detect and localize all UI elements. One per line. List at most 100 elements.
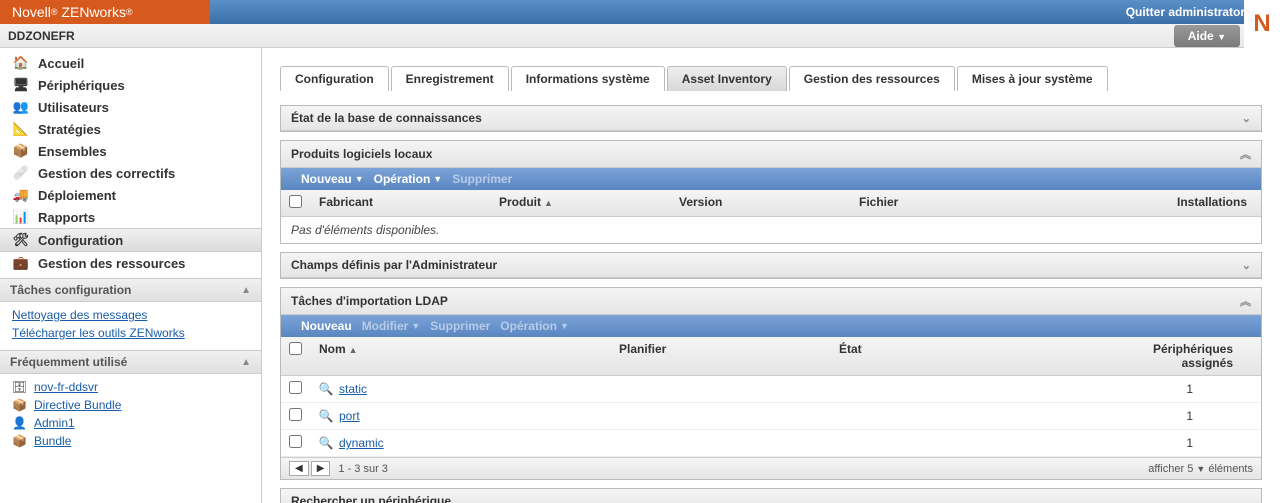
magnifier-icon[interactable]: 🔍 — [313, 436, 339, 450]
nav-icon: 🏠 — [12, 55, 30, 71]
nav-label: Accueil — [38, 56, 84, 71]
nav-label: Rapports — [38, 210, 95, 225]
col-state[interactable]: État — [833, 342, 1093, 370]
nav-item-ensembles[interactable]: 📦Ensembles — [0, 140, 261, 162]
table-header: Fabricant Produit▲ Version Fichier Insta… — [281, 190, 1261, 217]
search-device-panel: Rechercher un périphérique — [280, 488, 1262, 503]
row-checkbox[interactable] — [289, 381, 302, 394]
chevron-down-icon: ▼ — [411, 321, 420, 331]
nav-item-d-ploiement[interactable]: 🚚Déploiement — [0, 184, 261, 206]
delete-action[interactable]: Supprimer — [452, 172, 512, 186]
ldap-panel: Tâches d'importation LDAP ︽ Nouveau Modi… — [280, 287, 1262, 480]
nav-item-accueil[interactable]: 🏠 Accueil — [0, 52, 261, 74]
nav-icon: 👥 — [12, 99, 30, 115]
brand-logo: Novell® ZENworks® — [0, 0, 210, 24]
row-checkbox[interactable] — [289, 408, 302, 421]
registered-icon: ® — [51, 7, 58, 17]
collapse-icon[interactable]: ︽ — [1240, 146, 1251, 162]
kb-panel: État de la base de connaissances ⌄ — [280, 105, 1262, 132]
col-version[interactable]: Version — [673, 195, 853, 211]
collapse-icon[interactable]: ▲ — [241, 285, 251, 296]
tab-enregistrement[interactable]: Enregistrement — [391, 66, 509, 91]
sort-asc-icon: ▲ — [544, 198, 553, 208]
table-row: 🔍static 1 — [281, 376, 1261, 403]
col-file[interactable]: Fichier — [853, 195, 1113, 211]
magnifier-icon[interactable]: 🔍 — [313, 382, 339, 396]
new-action[interactable]: Nouveau▼ — [301, 172, 364, 186]
nav-item-utilisateurs[interactable]: 👥 Utilisateurs — [0, 96, 261, 118]
col-name[interactable]: Nom▲ — [313, 342, 613, 370]
tab-informations-syst-me[interactable]: Informations système — [511, 66, 665, 91]
nav-label: Utilisateurs — [38, 100, 109, 115]
frequent-item[interactable]: 📦 Bundle — [0, 432, 261, 450]
collapse-icon[interactable]: ︽ — [1240, 293, 1251, 309]
row-name-link[interactable]: static — [339, 382, 367, 396]
collapse-icon[interactable]: ▲ — [241, 357, 251, 368]
prev-page-button[interactable]: ◀ — [289, 461, 309, 476]
tab-mises-jour-syst-me[interactable]: Mises à jour système — [957, 66, 1108, 91]
operation-action[interactable]: Opération▼ — [500, 319, 569, 333]
nav-item-configuration[interactable]: 🛠Configuration — [0, 228, 261, 252]
chevron-down-icon: ▼ — [560, 321, 569, 331]
col-product[interactable]: Produit▲ — [493, 195, 673, 211]
item-icon: 🗄 — [12, 380, 28, 394]
tab-configuration[interactable]: Configuration — [280, 66, 389, 91]
nav-item-strat-gies[interactable]: 📐Stratégies — [0, 118, 261, 140]
sort-asc-icon: ▲ — [349, 345, 358, 355]
col-manufacturer[interactable]: Fabricant — [313, 195, 493, 211]
empty-message: Pas d'éléments disponibles. — [281, 217, 1261, 243]
expand-icon[interactable]: ⌄ — [1242, 259, 1251, 272]
pager: ◀ ▶ 1 - 3 sur 3 afficher 5 ▼ éléments — [281, 457, 1261, 479]
item-icon: 👤 — [12, 416, 28, 430]
tab-gestion-des-ressources[interactable]: Gestion des ressources — [789, 66, 955, 91]
frequent-link[interactable]: Admin1 — [34, 416, 75, 430]
nav-label: Déploiement — [38, 188, 116, 203]
expand-icon[interactable]: ⌄ — [1242, 112, 1251, 125]
frequent-link[interactable]: Bundle — [34, 434, 71, 448]
panel-title: État de la base de connaissances — [291, 111, 482, 125]
next-page-button[interactable]: ▶ — [311, 461, 331, 476]
select-all-checkbox[interactable] — [289, 342, 302, 355]
new-action[interactable]: Nouveau — [301, 319, 352, 333]
row-checkbox[interactable] — [289, 435, 302, 448]
page-size-value[interactable]: 5 — [1187, 463, 1193, 475]
row-name-link[interactable]: port — [339, 409, 360, 423]
task-link[interactable]: Nettoyage des messages — [12, 306, 249, 324]
nav-item-gestion-des-ressources[interactable]: 💼Gestion des ressources — [0, 252, 261, 274]
frequent-item[interactable]: 📦Directive Bundle — [0, 396, 261, 414]
col-scheduler[interactable]: Planifier — [613, 342, 833, 370]
tab-asset-inventory[interactable]: Asset Inventory — [667, 66, 787, 91]
nav-item-gestion-des-correctifs[interactable]: 🩹Gestion des correctifs — [0, 162, 261, 184]
nav-item-rapports[interactable]: 📊Rapports — [0, 206, 261, 228]
header-bar: Quitter administrator 🔑 — [210, 0, 1280, 24]
table-header: Nom▲ Planifier État Périphériques assign… — [281, 337, 1261, 376]
nav-label: Stratégies — [38, 122, 101, 137]
delete-action[interactable]: Supprimer — [430, 319, 490, 333]
frequent-item[interactable]: 👤 Admin1 — [0, 414, 261, 432]
chevron-down-icon: ▼ — [1196, 464, 1205, 474]
row-name-link[interactable]: dynamic — [339, 436, 384, 450]
task-link[interactable]: Télécharger les outils ZENworks — [12, 324, 249, 342]
help-button[interactable]: Aide ▼ — [1174, 25, 1240, 47]
frequent-link[interactable]: nov-fr-ddsvr — [34, 380, 98, 394]
nav-icon: 🛠 — [12, 232, 30, 248]
select-all-checkbox[interactable] — [289, 195, 302, 208]
item-icon: 📦 — [12, 434, 28, 448]
nav-label: Gestion des correctifs — [38, 166, 175, 181]
nav-item-p-riph-riques[interactable]: 🖥Périphériques — [0, 74, 261, 96]
frequent-item[interactable]: 🗄 nov-fr-ddsvr — [0, 378, 261, 396]
nav-icon: 📦 — [12, 143, 30, 159]
row-count: 1 — [1099, 382, 1253, 396]
frequent-link[interactable]: Directive Bundle — [34, 398, 121, 412]
col-assigned[interactable]: Périphériques assignés — [1093, 342, 1253, 370]
local-products-panel: Produits logiciels locaux ︽ Nouveau▼ Opé… — [280, 140, 1262, 244]
operation-action[interactable]: Opération▼ — [374, 172, 443, 186]
zone-name: DDZONEFR — [8, 29, 75, 43]
magnifier-icon[interactable]: 🔍 — [313, 409, 339, 423]
logout-link[interactable]: Quitter administrator — [1126, 5, 1245, 19]
col-installs[interactable]: Installations — [1113, 195, 1253, 211]
edit-action[interactable]: Modifier▼ — [362, 319, 421, 333]
action-bar: Nouveau▼ Opération▼ Supprimer — [281, 168, 1261, 190]
pager-info: 1 - 3 sur 3 — [338, 463, 388, 475]
tasks-section-header: Tâches configuration ▲ — [0, 278, 261, 302]
